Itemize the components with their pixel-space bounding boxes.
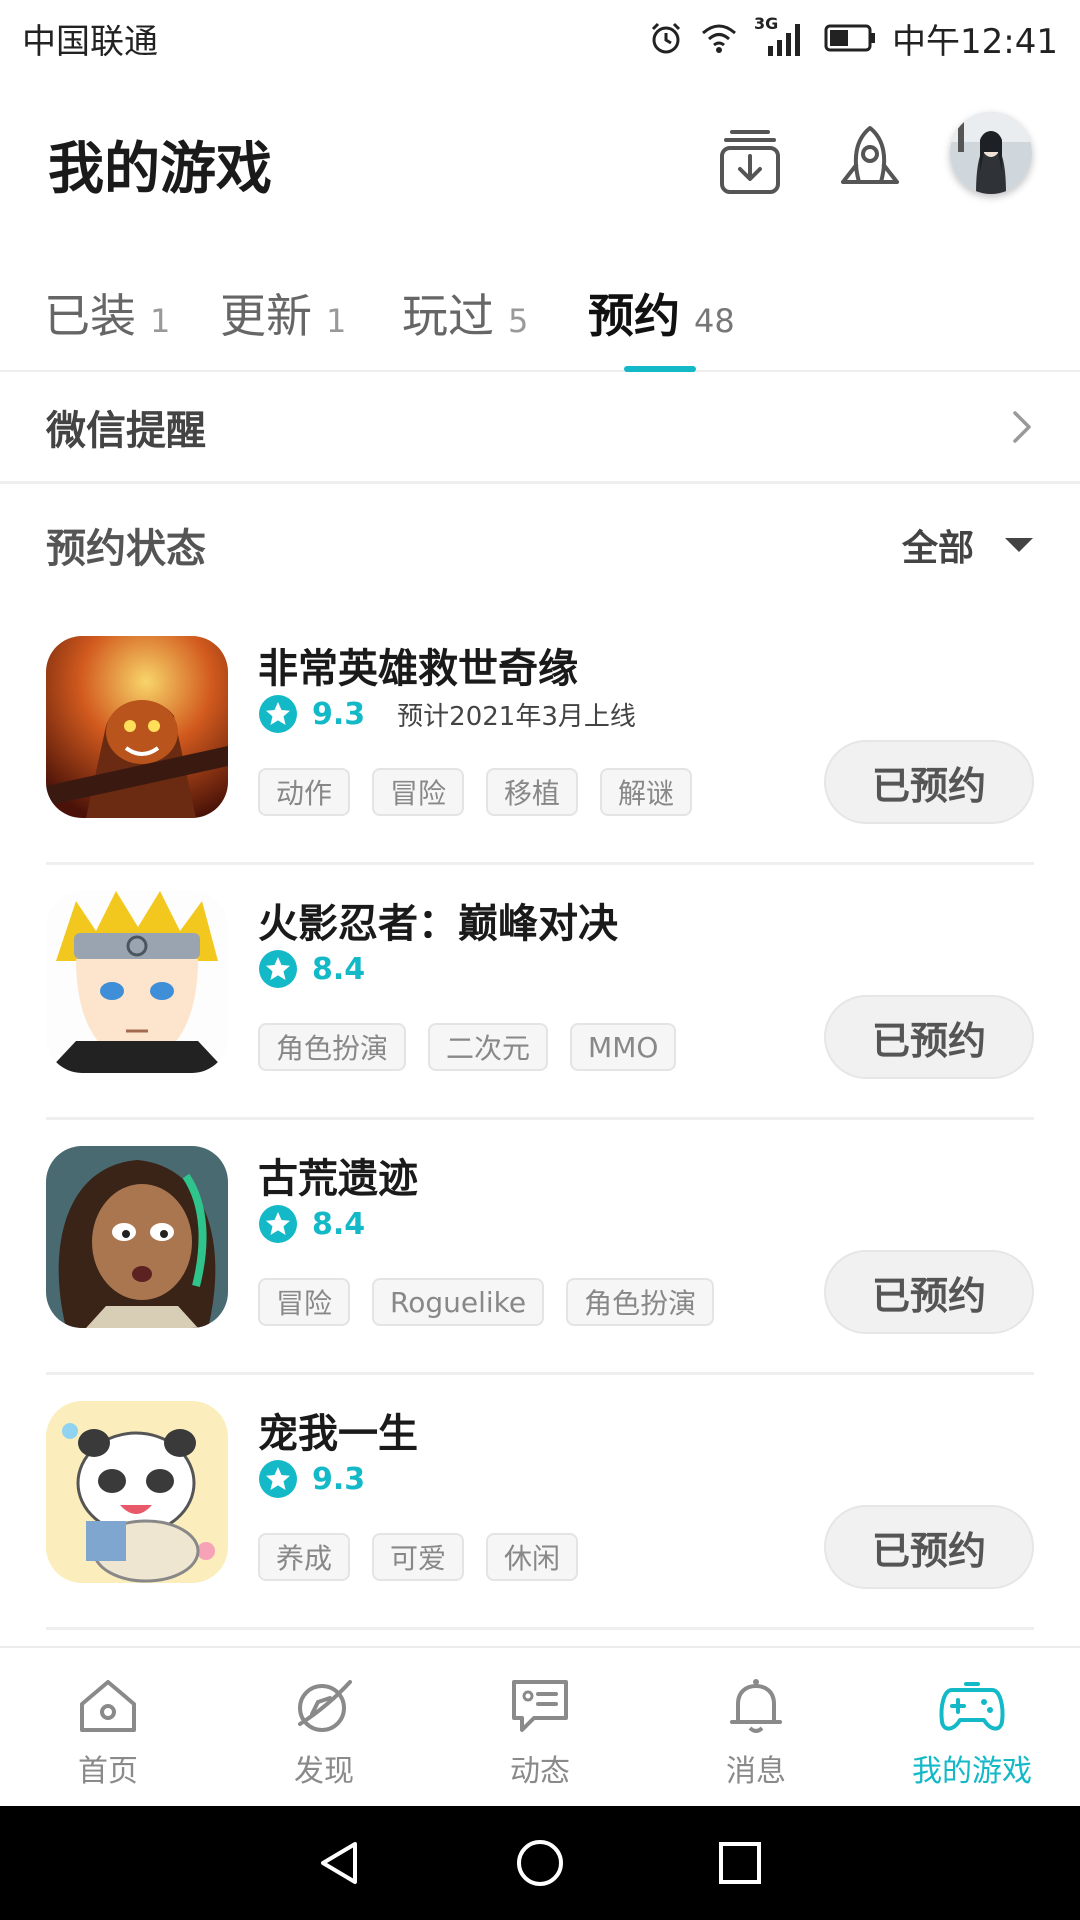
game-rating: 8.4 [258, 1204, 365, 1244]
tag[interactable]: 动作 [258, 768, 351, 816]
gamepad-icon [939, 1682, 1005, 1731]
game-item[interactable]: 宠我一生 9.3 养成 可爱 休闲 已预约 [46, 1375, 1034, 1630]
clock: 中午12:41 [892, 21, 1058, 62]
reserved-button[interactable]: 已预约 [824, 740, 1034, 824]
game-rating: 9.3 [258, 1459, 365, 1499]
download-manager-button[interactable] [708, 118, 792, 202]
alarm-icon [651, 22, 681, 54]
status-icons: 3G 中午12:41 [648, 14, 1058, 63]
game-name: 古荒遗迹 [258, 1156, 418, 1202]
battery-icon [824, 24, 876, 52]
game-rating: 8.4 [258, 949, 365, 989]
rating-value: 9.3 [312, 1461, 366, 1497]
reservation-filter-row: 预约状态 全部 [0, 490, 1080, 600]
header: 我的游戏 [0, 90, 1080, 230]
game-name: 非常英雄救世奇缘 [258, 646, 578, 692]
tab-played[interactable]: 玩过 5 [402, 280, 528, 346]
tag[interactable]: MMO [570, 1023, 677, 1071]
tag[interactable]: 养成 [258, 1533, 351, 1581]
page-title: 我的游戏 [48, 137, 272, 202]
game-item[interactable]: 非常英雄救世奇缘 9.3 预计2021年3月上线 动作 冒险 移植 解谜 已预约 [46, 610, 1034, 865]
wifi-icon [702, 24, 737, 53]
reserved-button[interactable]: 已预约 [824, 1250, 1034, 1334]
tab-bar: 已装 1 更新 1 玩过 5 预约 48 [0, 270, 1080, 372]
nav-feed[interactable]: 动态 [432, 1648, 648, 1806]
chevron-right-icon [1013, 410, 1031, 443]
rating-value: 8.4 [312, 1206, 366, 1242]
star-badge-icon [259, 1460, 297, 1498]
game-tags: 冒险 Roguelike 角色扮演 [258, 1278, 715, 1326]
tag[interactable]: 解谜 [600, 768, 693, 816]
reserved-game-list: 非常英雄救世奇缘 9.3 预计2021年3月上线 动作 冒险 移植 解谜 已预约 [0, 610, 1080, 1630]
tag[interactable]: Roguelike [372, 1278, 545, 1326]
status-filter-dropdown[interactable]: 全部 [902, 519, 1034, 571]
download-icon [720, 130, 780, 194]
rocket-icon [841, 126, 899, 184]
game-icon [46, 1401, 228, 1583]
avatar[interactable] [950, 112, 1032, 194]
discover-icon [298, 1680, 352, 1732]
reserved-button[interactable]: 已预约 [824, 995, 1034, 1079]
game-icon [46, 1146, 228, 1328]
nav-home[interactable]: 首页 [0, 1648, 216, 1806]
tag[interactable]: 角色扮演 [566, 1278, 715, 1326]
game-item[interactable]: 古荒遗迹 8.4 冒险 Roguelike 角色扮演 已预约 [46, 1120, 1034, 1375]
filter-value: 全部 [901, 528, 974, 569]
back-icon[interactable] [315, 1838, 365, 1888]
game-tags: 动作 冒险 移植 解谜 [258, 768, 693, 816]
nav-my-games[interactable]: 我的游戏 [864, 1648, 1080, 1806]
recents-icon[interactable] [715, 1838, 765, 1888]
game-name: 宠我一生 [258, 1411, 418, 1457]
bottom-nav: 首页 发现 动态 消息 我的游戏 [0, 1646, 1080, 1806]
tab-reserved[interactable]: 预约 48 [588, 280, 735, 346]
status-bar: 中国联通 3G 中午12:41 [0, 0, 1080, 76]
star-badge-icon [259, 950, 297, 988]
nav-discover[interactable]: 发现 [216, 1648, 432, 1806]
home-circle-icon[interactable] [515, 1838, 565, 1888]
star-badge-icon [259, 1205, 297, 1243]
tab-updates[interactable]: 更新 1 [220, 280, 346, 346]
network-type: 3G [754, 14, 808, 58]
game-rating: 9.3 预计2021年3月上线 [258, 694, 636, 734]
tag[interactable]: 冒险 [372, 768, 465, 816]
game-tags: 角色扮演 二次元 MMO [258, 1023, 677, 1071]
home-icon [80, 1680, 136, 1732]
rating-value: 8.4 [312, 951, 366, 987]
feed-icon [512, 1680, 568, 1732]
bell-icon [730, 1679, 782, 1733]
game-tags: 养成 可爱 休闲 [258, 1533, 579, 1581]
rating-value: 9.3 [312, 696, 366, 732]
release-date: 预计2021年3月上线 [397, 701, 636, 732]
signal-icon [768, 24, 801, 56]
tag[interactable]: 可爱 [372, 1533, 465, 1581]
wechat-reminder-row[interactable]: 微信提醒 [0, 372, 1080, 484]
game-icon [46, 891, 228, 1073]
game-item[interactable]: 火影忍者：巅峰对决 8.4 角色扮演 二次元 MMO 已预约 [46, 865, 1034, 1120]
speedup-button[interactable] [828, 118, 912, 202]
tag[interactable]: 移植 [486, 768, 579, 816]
caret-down-icon [1005, 538, 1033, 552]
system-navigation-bar [0, 1806, 1080, 1920]
wechat-reminder-label: 微信提醒 [46, 407, 206, 454]
tab-installed[interactable]: 已装 1 [44, 280, 170, 346]
game-icon [46, 636, 228, 818]
game-name: 火影忍者：巅峰对决 [258, 901, 618, 947]
tag[interactable]: 角色扮演 [258, 1023, 407, 1071]
reservation-status-label: 预约状态 [46, 526, 206, 572]
tag[interactable]: 休闲 [486, 1533, 579, 1581]
carrier-label: 中国联通 [22, 21, 158, 62]
star-badge-icon [259, 695, 297, 733]
avatar-image [950, 112, 1032, 194]
tag[interactable]: 冒险 [258, 1278, 351, 1326]
reserved-button[interactable]: 已预约 [824, 1505, 1034, 1589]
tag[interactable]: 二次元 [428, 1023, 549, 1071]
nav-messages[interactable]: 消息 [648, 1648, 864, 1806]
